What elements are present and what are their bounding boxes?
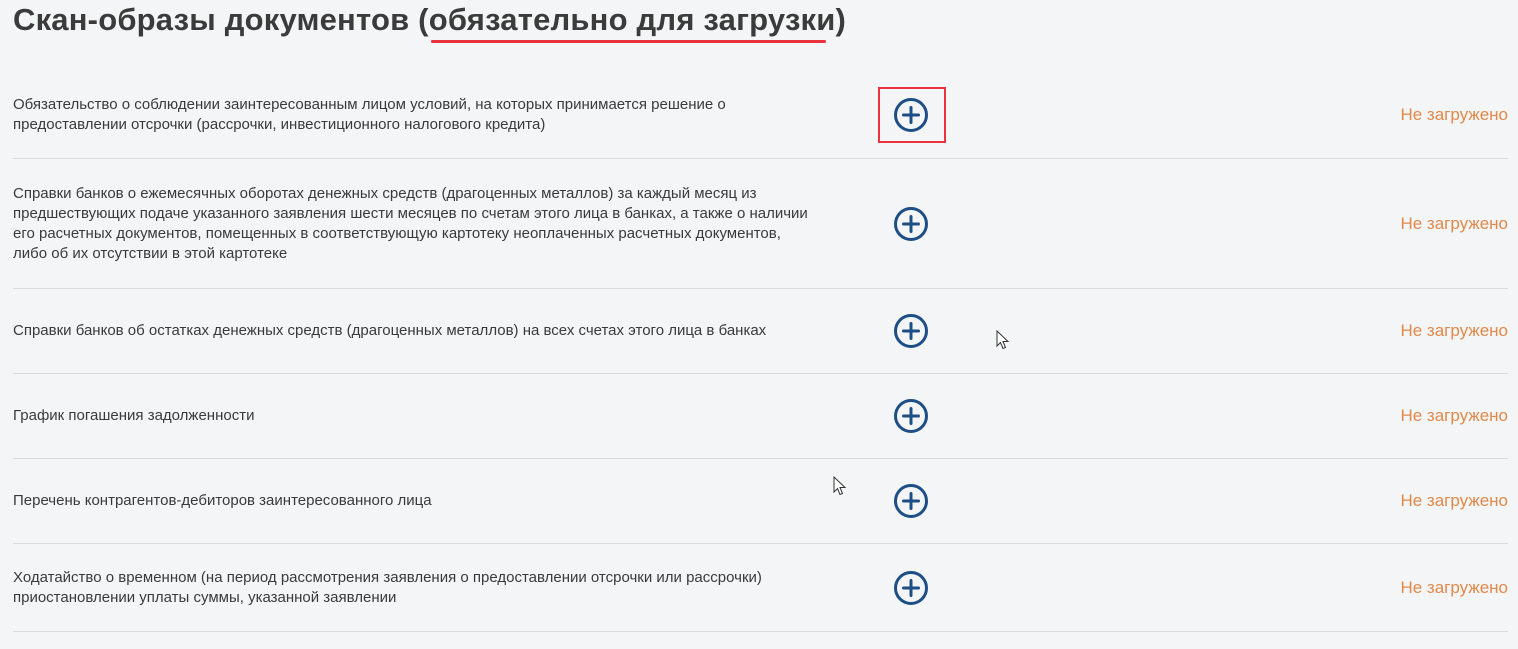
plus-circle-icon: [894, 314, 928, 348]
plus-circle-icon: [894, 206, 928, 241]
document-row: Справки банков о ежемесячных оборотах де…: [13, 159, 1508, 289]
upload-document-button[interactable]: [893, 206, 929, 242]
upload-document-button[interactable]: [893, 398, 929, 434]
documents-upload-page: Скан-образы документов (обязательно для …: [0, 0, 1518, 649]
upload-status: Не загружено: [1400, 321, 1508, 340]
document-label: Ходатайство о временном (на период рассм…: [13, 568, 762, 606]
upload-status: Не загружено: [1400, 491, 1508, 510]
page-title-required-text: обязательно для загрузки: [428, 2, 836, 37]
document-label: Справки банков о ежемесячных оборотах де…: [13, 184, 808, 262]
document-row: Обязательство о соблюдении заинтересован…: [13, 72, 1508, 159]
page-title-open-paren: (: [418, 2, 429, 37]
plus-circle-icon: [894, 570, 928, 605]
page-title-close-paren: ): [835, 2, 847, 37]
upload-status: Не загружено: [1400, 406, 1508, 425]
document-row: Перечень контрагентов-дебиторов заинтере…: [13, 459, 1508, 544]
document-label: Перечень контрагентов-дебиторов заинтере…: [13, 492, 432, 509]
upload-status: Не загружено: [1400, 577, 1508, 597]
document-row: Справки банков об остатках денежных сред…: [13, 289, 1508, 374]
document-row: Ходатайство о временном (на период рассм…: [13, 544, 1508, 632]
plus-circle-icon: [894, 484, 928, 518]
document-label: Обязательство о соблюдении заинтересован…: [13, 96, 726, 133]
upload-document-button[interactable]: [893, 313, 929, 349]
page-title-required: обязательно для загрузки: [428, 2, 836, 43]
document-label: График погашения задолженности: [13, 407, 255, 424]
upload-document-button[interactable]: [893, 483, 929, 519]
mouse-pointer-icon: [996, 330, 1010, 350]
plus-circle-icon: [894, 98, 928, 132]
documents-list: Обязательство о соблюдении заинтересован…: [13, 72, 1508, 632]
upload-status: Не загружено: [1400, 105, 1508, 124]
document-label: Справки банков об остатках денежных сред…: [13, 322, 767, 339]
upload-document-button[interactable]: [893, 570, 929, 606]
document-row: График погашения задолженности Не загруже…: [13, 374, 1508, 459]
page-title: Скан-образы документов (обязательно для …: [13, 2, 847, 43]
red-underline-mark: [430, 40, 826, 43]
upload-document-button[interactable]: [893, 97, 929, 133]
page-title-main: Скан-образы документов: [13, 2, 419, 37]
mouse-pointer-icon: [833, 476, 847, 496]
plus-circle-icon: [894, 399, 928, 433]
upload-status: Не загружено: [1400, 213, 1508, 233]
